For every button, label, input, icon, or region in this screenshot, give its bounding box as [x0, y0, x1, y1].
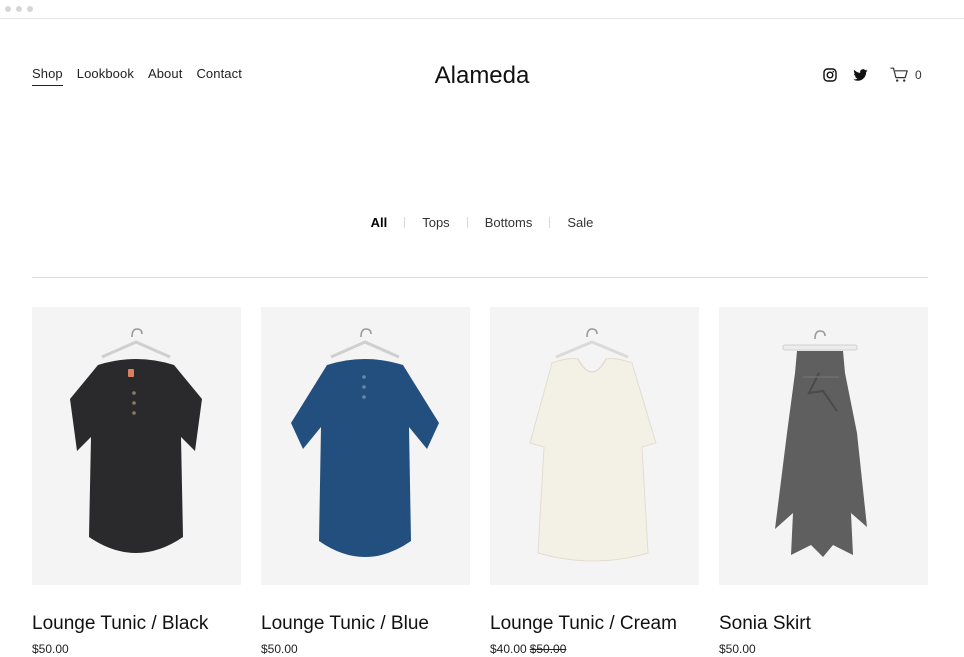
product-card[interactable]: Sonia Skirt $50.00 — [719, 307, 928, 656]
filter-all[interactable]: All — [370, 215, 389, 230]
tunic-shape — [529, 358, 657, 562]
filter-divider — [549, 217, 551, 228]
product-image[interactable] — [719, 307, 928, 585]
product-card[interactable]: Lounge Tunic / Black $50.00 — [32, 307, 241, 656]
product-price-current: $50.00 — [32, 642, 69, 656]
category-filters: All Tops Bottoms Sale — [0, 215, 964, 230]
filter-bottoms[interactable]: Bottoms — [484, 215, 534, 230]
filter-tops[interactable]: Tops — [421, 215, 450, 230]
product-price-current: $50.00 — [261, 642, 298, 656]
tunic-shape — [291, 359, 439, 557]
section-divider — [32, 277, 928, 278]
cart-button[interactable]: 0 — [890, 67, 922, 83]
product-card[interactable]: Lounge Tunic / Cream $40.00 $50.00 — [490, 307, 699, 656]
product-price-original: $50.00 — [529, 642, 567, 656]
brand-container: Alameda — [0, 62, 964, 90]
product-image[interactable] — [261, 307, 470, 585]
product-name[interactable]: Lounge Tunic / Blue — [261, 613, 470, 635]
cart-icon — [890, 67, 908, 82]
product-name[interactable]: Lounge Tunic / Cream — [490, 613, 699, 635]
cart-count: 0 — [915, 68, 922, 82]
product-price: $50.00 — [261, 642, 470, 656]
filter-sale[interactable]: Sale — [566, 215, 594, 230]
filter-divider — [404, 217, 406, 228]
product-price-current: $40.00 — [490, 642, 527, 656]
header-actions: 0 — [822, 66, 922, 84]
twitter-icon[interactable] — [852, 67, 868, 83]
product-price-current: $50.00 — [719, 642, 756, 656]
product-image[interactable] — [32, 307, 241, 585]
instagram-icon[interactable] — [822, 67, 838, 83]
tunic-shape — [70, 359, 202, 553]
product-image[interactable] — [490, 307, 699, 585]
window-dot-minimize[interactable] — [16, 6, 22, 12]
filter-divider — [466, 217, 468, 228]
product-card[interactable]: Lounge Tunic / Blue $50.00 — [261, 307, 470, 656]
product-price: $50.00 — [32, 642, 241, 656]
product-price: $40.00 $50.00 — [490, 642, 699, 656]
browser-titlebar — [0, 0, 964, 19]
product-name[interactable]: Lounge Tunic / Black — [32, 613, 241, 635]
product-name[interactable]: Sonia Skirt — [719, 613, 928, 635]
window-dot-close[interactable] — [5, 6, 11, 12]
skirt-shape — [775, 351, 867, 557]
product-grid: Lounge Tunic / Black $50.00 Lounge Tunic… — [32, 307, 928, 656]
brand-title[interactable]: Alameda — [435, 62, 530, 90]
window-dot-maximize[interactable] — [27, 6, 33, 12]
product-price: $50.00 — [719, 642, 928, 656]
